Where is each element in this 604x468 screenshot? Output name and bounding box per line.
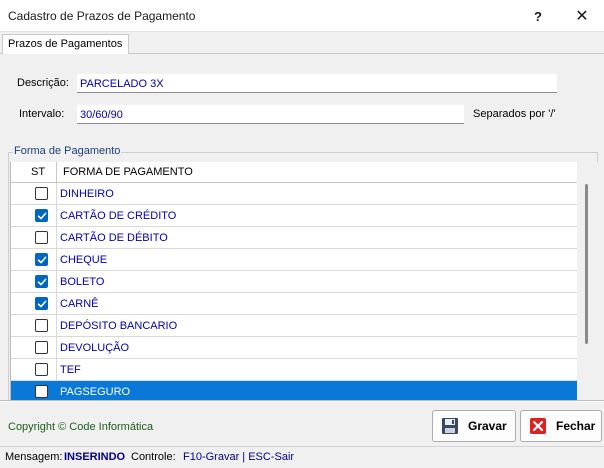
- gravar-button[interactable]: Gravar: [432, 410, 516, 442]
- controle-label: Controle:: [131, 451, 176, 463]
- checkmark-icon: [37, 278, 46, 285]
- checkmark-icon: [37, 256, 46, 263]
- grid-scrollbar[interactable]: [577, 162, 598, 400]
- st-cell: [11, 337, 57, 358]
- table-row[interactable]: CARTÃO DE DÉBITO: [11, 227, 577, 249]
- fechar-button[interactable]: Fechar: [520, 410, 602, 442]
- table-row[interactable]: DINHEIRO: [11, 183, 577, 205]
- st-checkbox[interactable]: [35, 319, 48, 332]
- table-row[interactable]: DEVOLUÇÃO: [11, 337, 577, 359]
- st-cell: [11, 205, 57, 226]
- column-header-st[interactable]: ST: [11, 162, 57, 182]
- st-cell: [11, 271, 57, 292]
- descricao-input[interactable]: PARCELADO 3X: [77, 73, 557, 93]
- forma-pagamento-cell: DINHEIRO: [60, 188, 114, 200]
- table-row[interactable]: CARTÃO DE CRÉDITO: [11, 205, 577, 227]
- scrollbar-thumb[interactable]: [585, 184, 588, 344]
- gravar-label: Gravar: [468, 419, 507, 433]
- forma-pagamento-cell: CARNÊ: [60, 298, 99, 310]
- mensagem-label: Mensagem:: [5, 451, 63, 463]
- checkmark-icon: [37, 212, 46, 219]
- st-cell: [11, 183, 57, 204]
- intervalo-label: Intervalo:: [19, 108, 65, 120]
- forma-pagamento-grid: ST FORMA DE PAGAMENTO DINHEIRO CARTÃO DE …: [10, 162, 577, 400]
- forma-pagamento-cell: CARTÃO DE DÉBITO: [60, 232, 168, 244]
- forma-pagamento-cell: PAGSEGURO: [60, 386, 131, 398]
- close-icon: [528, 416, 548, 436]
- mensagem-value: INSERINDO: [64, 451, 126, 463]
- st-checkbox[interactable]: [35, 253, 48, 266]
- intervalo-hint: Separados por '/': [473, 108, 556, 120]
- st-cell: [11, 381, 57, 400]
- window-title: Cadastro de Prazos de Pagamento: [8, 9, 196, 23]
- tab-panel: Descrição: PARCELADO 3X Intervalo: 30/60…: [0, 54, 604, 400]
- st-checkbox[interactable]: [35, 187, 48, 200]
- tab-strip: Prazos de Pagamentos: [0, 32, 604, 55]
- fechar-label: Fechar: [556, 419, 596, 433]
- footer-divider: [0, 400, 604, 402]
- table-row[interactable]: BOLETO: [11, 271, 577, 293]
- grid-rows: DINHEIRO CARTÃO DE CRÉDITO CARTÃO DE DÉBIT…: [11, 183, 577, 400]
- table-row[interactable]: PAGSEGURO: [11, 381, 577, 400]
- st-cell: [11, 249, 57, 270]
- st-checkbox[interactable]: [35, 385, 48, 398]
- st-checkbox[interactable]: [35, 275, 48, 288]
- tab-prazos-de-pagamentos[interactable]: Prazos de Pagamentos: [2, 34, 130, 55]
- forma-pagamento-cell: CARTÃO DE CRÉDITO: [60, 210, 177, 222]
- forma-pagamento-cell: TEF: [60, 364, 81, 376]
- st-checkbox[interactable]: [35, 363, 48, 376]
- title-bar: Cadastro de Prazos de Pagamento ? ✕: [0, 0, 604, 32]
- table-row[interactable]: DEPÓSITO BANCARIO: [11, 315, 577, 337]
- st-cell: [11, 293, 57, 314]
- st-checkbox[interactable]: [35, 231, 48, 244]
- forma-pagamento-cell: DEPÓSITO BANCARIO: [60, 320, 178, 332]
- descricao-label: Descrição:: [17, 77, 69, 89]
- st-checkbox[interactable]: [35, 209, 48, 222]
- copyright-text: Copyright © Code Informática: [8, 421, 154, 433]
- st-checkbox[interactable]: [35, 297, 48, 310]
- st-cell: [11, 315, 57, 336]
- column-header-forma[interactable]: FORMA DE PAGAMENTO: [57, 162, 577, 182]
- st-cell: [11, 227, 57, 248]
- intervalo-input[interactable]: 30/60/90: [77, 104, 464, 124]
- checkmark-icon: [37, 300, 46, 307]
- st-cell: [11, 359, 57, 380]
- forma-pagamento-group-title: Forma de Pagamento: [13, 145, 122, 157]
- forma-pagamento-cell: CHEQUE: [60, 254, 108, 266]
- table-row[interactable]: CARNÊ: [11, 293, 577, 315]
- table-row[interactable]: CHEQUE: [11, 249, 577, 271]
- forma-pagamento-cell: DEVOLUÇÃO: [60, 342, 130, 354]
- grid-header: ST FORMA DE PAGAMENTO: [11, 162, 577, 183]
- table-row[interactable]: TEF: [11, 359, 577, 381]
- save-icon: [440, 416, 460, 436]
- help-button[interactable]: ?: [516, 0, 560, 32]
- status-bar: Mensagem: INSERINDO Controle: F10-Gravar…: [0, 446, 604, 468]
- controle-value: F10-Gravar | ESC-Sair: [183, 451, 295, 463]
- close-window-button[interactable]: ✕: [560, 0, 604, 32]
- forma-pagamento-cell: BOLETO: [60, 276, 105, 288]
- st-checkbox[interactable]: [35, 341, 48, 354]
